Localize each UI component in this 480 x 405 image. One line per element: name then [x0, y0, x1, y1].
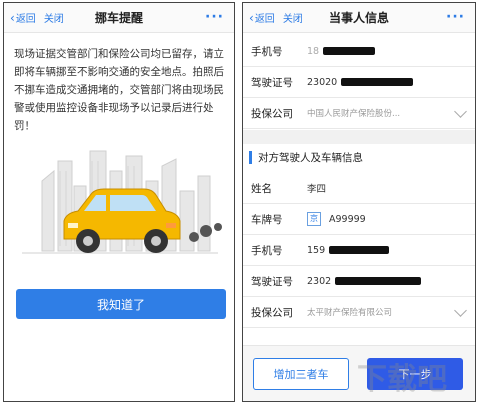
self-phone-row[interactable]: 手机号 18 — [243, 36, 475, 67]
other-plate-row[interactable]: 车牌号 京 A99999 — [243, 204, 475, 235]
car-city-illustration — [22, 150, 222, 254]
action-footer: 增加三者车 下一步 — [243, 345, 475, 401]
page-title: 当事人信息 — [328, 11, 389, 25]
self-insurer-row[interactable]: 投保公司 中国人民财产保险股份... — [243, 98, 475, 129]
more-menu-icon[interactable]: ··· — [205, 9, 224, 25]
insurer-value: 太平财产保险有限公司 — [307, 308, 393, 318]
page-title: 挪车提醒 — [94, 11, 143, 25]
license-value: 2302 — [307, 276, 422, 287]
acknowledge-button[interactable]: 我知道了 — [16, 289, 226, 319]
self-license-row[interactable]: 驾驶证号 23020 — [243, 67, 475, 98]
chevron-left-icon: ‹ — [249, 10, 254, 25]
redaction-mark — [323, 47, 376, 55]
section-title: 对方驾驶人及车辆信息 — [258, 151, 363, 164]
party-info-screen: ‹ 返回 关闭 当事人信息 ··· 手机号 18 驾驶证号 23020 投保公司… — [242, 2, 476, 402]
phone-value: 159 — [307, 245, 390, 256]
insurer-label: 投保公司 — [251, 306, 293, 319]
next-step-button[interactable]: 下一步 — [367, 358, 463, 390]
license-value: 23020 — [307, 77, 414, 88]
other-insurer-row[interactable]: 投保公司 太平财产保险有限公司 — [243, 297, 475, 328]
close-button[interactable]: 关闭 — [44, 10, 64, 25]
plate-value: 京 A99999 — [307, 212, 366, 226]
back-label: 返回 — [15, 14, 36, 25]
phone-label: 手机号 — [251, 244, 283, 257]
chevron-left-icon: ‹ — [10, 10, 15, 25]
add-third-party-button[interactable]: 增加三者车 — [253, 358, 349, 390]
section-header: 对方驾驶人及车辆信息 — [243, 144, 475, 170]
redaction-mark — [335, 277, 422, 285]
back-button[interactable]: ‹ 返回 — [10, 10, 36, 26]
section-accent-bar — [249, 150, 252, 164]
phone-label: 手机号 — [251, 45, 283, 58]
insurer-label: 投保公司 — [251, 107, 293, 120]
section-divider — [243, 130, 475, 144]
nav-bar: ‹ 返回 关闭 挪车提醒 ··· — [4, 3, 234, 33]
chevron-down-icon[interactable] — [454, 304, 467, 317]
insurer-value: 中国人民财产保险股份... — [307, 109, 401, 119]
other-license-row[interactable]: 驾驶证号 2302 — [243, 266, 475, 297]
close-button[interactable]: 关闭 — [283, 10, 303, 25]
license-label: 驾驶证号 — [251, 76, 293, 89]
other-phone-row[interactable]: 手机号 159 — [243, 235, 475, 266]
name-label: 姓名 — [251, 182, 272, 195]
chevron-down-icon[interactable] — [454, 105, 467, 118]
plate-province-tag[interactable]: 京 — [307, 212, 321, 226]
plate-label: 车牌号 — [251, 213, 283, 226]
redaction-mark — [341, 78, 414, 86]
name-value: 李四 — [307, 184, 327, 195]
more-menu-icon[interactable]: ··· — [446, 9, 465, 25]
other-name-row[interactable]: 姓名 李四 — [243, 173, 475, 204]
phone-value: 18 — [307, 46, 376, 57]
move-car-reminder-screen: ‹ 返回 关闭 挪车提醒 ··· 现场证据交管部门和保险公司均已留存，请立即将车… — [3, 2, 235, 402]
notice-text: 现场证据交管部门和保险公司均已留存，请立即将车辆挪至不影响交通的安全地点。拍照后… — [14, 48, 224, 132]
back-label: 返回 — [254, 14, 275, 25]
license-label: 驾驶证号 — [251, 275, 293, 288]
redaction-mark — [329, 246, 390, 254]
nav-bar: ‹ 返回 关闭 当事人信息 ··· — [243, 3, 475, 33]
back-button[interactable]: ‹ 返回 — [249, 10, 275, 26]
